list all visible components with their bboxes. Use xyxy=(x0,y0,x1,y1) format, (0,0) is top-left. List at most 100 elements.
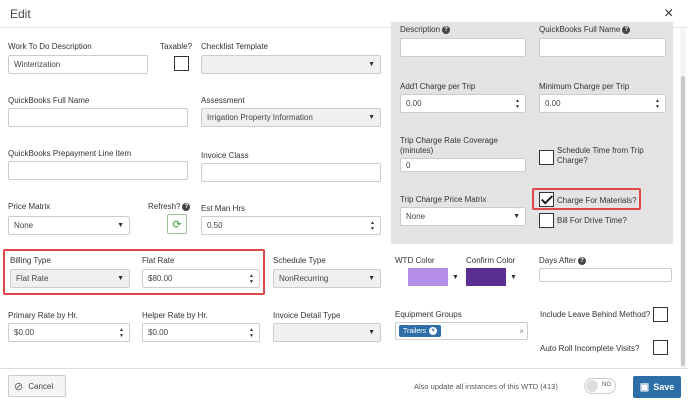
assessment-value: Irrigation Property Information xyxy=(207,113,313,122)
refresh-label-text: Refresh? xyxy=(148,202,181,211)
chevron-down-icon: ▼ xyxy=(368,329,375,336)
checklist-template-select[interactable]: ▼ xyxy=(201,55,381,74)
est-man-hrs-label: Est Man Hrs xyxy=(201,204,246,213)
days-after-label-text: Days After xyxy=(539,256,576,265)
cancel-button-label: Cancel xyxy=(28,381,54,391)
billing-type-select[interactable]: Flat Rate ▼ xyxy=(10,269,130,288)
include-leave-behind-checkbox[interactable] xyxy=(653,307,668,322)
confirm-color-swatch[interactable] xyxy=(466,268,506,286)
price-matrix-label: Price Matrix xyxy=(8,202,51,211)
addl-charge-label: Add'l Charge per Trip xyxy=(400,82,476,91)
chevron-down-icon: ▼ xyxy=(452,273,459,281)
quickbooks-full-name-input[interactable] xyxy=(8,108,188,127)
cancel-icon: ⊘ xyxy=(14,380,24,393)
helper-rate-input[interactable]: $0.00 ▲ ▼ xyxy=(142,323,260,342)
stepper-icon[interactable]: ▲ ▼ xyxy=(655,98,660,110)
wtd-color-swatch[interactable] xyxy=(408,268,448,286)
min-charge-input[interactable]: 0.00 ▲ ▼ xyxy=(539,94,666,113)
trip-price-matrix-value: None xyxy=(406,212,426,221)
schedule-type-select[interactable]: NonRecurring ▼ xyxy=(273,269,381,288)
panel-description-label-text: Description xyxy=(400,25,441,34)
charge-materials-label: Charge For Materials? xyxy=(557,196,637,205)
invoice-class-input[interactable] xyxy=(201,163,381,182)
qb-prepayment-label: QuickBooks Prepayment Line Item xyxy=(8,149,132,158)
days-after-input[interactable] xyxy=(539,268,672,282)
clear-icon[interactable]: × xyxy=(519,327,524,336)
trip-price-matrix-label: Trip Charge Price Matrix xyxy=(400,195,487,204)
schedule-time-checkbox[interactable] xyxy=(539,150,554,165)
toggle-knob xyxy=(586,380,598,392)
cancel-button[interactable]: ⊘ Cancel xyxy=(8,375,66,397)
chevron-down-icon: ▼ xyxy=(117,275,124,282)
flat-rate-value: $80.00 xyxy=(148,274,173,283)
wtd-color-picker[interactable]: ▼ xyxy=(408,268,459,286)
confirm-color-label: Confirm Color xyxy=(466,256,516,265)
update-instances-text: Also update all instances of this WTD (4… xyxy=(414,382,558,391)
addl-charge-input[interactable]: 0.00 ▲ ▼ xyxy=(400,94,526,113)
equipment-tag-label: Trailers xyxy=(403,327,427,335)
panel-qb-full-name-input[interactable] xyxy=(539,38,666,57)
chevron-down-icon: ▼ xyxy=(368,61,375,68)
chevron-down-icon: ▼ xyxy=(368,275,375,282)
assessment-label: Assessment xyxy=(201,96,245,105)
equipment-tag: Trailers × xyxy=(399,325,442,337)
taxable-checkbox[interactable] xyxy=(174,56,189,71)
min-charge-value: 0.00 xyxy=(545,99,561,108)
remove-tag-icon[interactable]: × xyxy=(429,327,438,335)
billing-type-label: Billing Type xyxy=(10,256,51,265)
help-icon: ? xyxy=(622,25,631,34)
flat-rate-input[interactable]: $80.00 ▲ ▼ xyxy=(142,269,260,288)
refresh-label: Refresh?? xyxy=(148,202,191,211)
stepper-icon[interactable]: ▲ ▼ xyxy=(370,220,375,232)
chevron-down-icon: ▼ xyxy=(117,222,124,229)
auto-roll-checkbox[interactable] xyxy=(653,340,668,355)
scrollbar[interactable] xyxy=(680,28,686,368)
work-to-do-description-label: Work To Do Description xyxy=(8,42,92,51)
stepper-icon[interactable]: ▲ ▼ xyxy=(249,273,254,285)
auto-roll-label: Auto Roll Incomplete Visits? xyxy=(540,344,640,353)
refresh-button[interactable]: ⟳ xyxy=(167,214,187,234)
trip-price-matrix-select[interactable]: None ▼ xyxy=(400,207,526,226)
panel-description-input[interactable] xyxy=(400,38,526,57)
est-man-hrs-value: 0.50 xyxy=(207,221,223,230)
panel-description-label: Description? xyxy=(400,25,451,34)
trip-coverage-input[interactable]: 0 xyxy=(400,158,526,172)
close-icon[interactable]: × xyxy=(664,5,673,23)
confirm-color-picker[interactable]: ▼ xyxy=(466,268,517,286)
qb-prepayment-input[interactable] xyxy=(8,161,188,180)
schedule-time-label: Schedule Time from Trip Charge? xyxy=(557,146,644,165)
stepper-icon[interactable]: ▲ ▼ xyxy=(119,327,124,339)
charge-materials-checkbox[interactable] xyxy=(539,192,554,207)
helper-rate-value: $0.00 xyxy=(148,328,169,337)
flat-rate-label: Flat Rate xyxy=(142,256,175,265)
include-leave-behind-label: Include Leave Behind Method? xyxy=(540,310,651,319)
bill-drive-time-checkbox[interactable] xyxy=(539,213,554,228)
work-to-do-description-input[interactable]: Winterization xyxy=(8,55,148,74)
save-button-label: Save xyxy=(653,382,675,392)
equipment-groups-input[interactable]: Trailers × × xyxy=(395,322,528,340)
panel-qb-full-name-label: QuickBooks Full Name? xyxy=(539,25,631,34)
help-icon: ? xyxy=(182,202,191,211)
addl-charge-value: 0.00 xyxy=(406,99,422,108)
est-man-hrs-input[interactable]: 0.50 ▲ ▼ xyxy=(201,216,381,235)
equipment-groups-label: Equipment Groups xyxy=(395,310,462,319)
price-matrix-select[interactable]: None ▼ xyxy=(8,216,130,235)
save-button[interactable]: ▣ Save xyxy=(633,376,681,398)
stepper-icon[interactable]: ▲ ▼ xyxy=(249,327,254,339)
quickbooks-full-name-label: QuickBooks Full Name xyxy=(8,96,90,105)
invoice-detail-type-select[interactable]: ▼ xyxy=(273,323,381,342)
wtd-color-label: WTD Color xyxy=(395,256,435,265)
chevron-down-icon: ▼ xyxy=(368,114,375,121)
invoice-class-label: Invoice Class xyxy=(201,151,249,160)
scrollbar-thumb[interactable] xyxy=(681,76,685,366)
update-instances-toggle[interactable]: NO xyxy=(584,378,616,394)
primary-rate-input[interactable]: $0.00 ▲ ▼ xyxy=(8,323,130,342)
refresh-icon: ⟳ xyxy=(172,218,182,231)
assessment-select[interactable]: Irrigation Property Information ▼ xyxy=(201,108,381,127)
min-charge-label: Minimum Charge per Trip xyxy=(539,82,630,91)
taxable-label: Taxable? xyxy=(160,42,193,51)
primary-rate-label: Primary Rate by Hr. xyxy=(8,311,78,320)
primary-rate-value: $0.00 xyxy=(14,328,35,337)
trip-coverage-label: Trip Charge Rate Coverage (minutes) xyxy=(400,136,498,155)
stepper-icon[interactable]: ▲ ▼ xyxy=(515,98,520,110)
